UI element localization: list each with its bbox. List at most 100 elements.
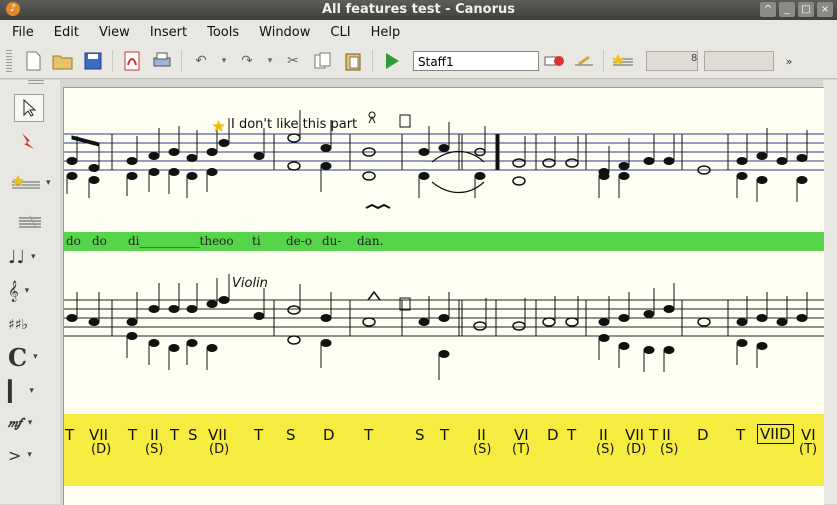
menu-file[interactable]: File: [4, 25, 42, 40]
function-mark[interactable]: D: [697, 426, 709, 444]
undo-icon[interactable]: ↶: [190, 50, 212, 72]
function-mark-boxed[interactable]: VIID: [757, 424, 794, 444]
articulation-tool[interactable]: > ▾: [8, 442, 52, 468]
barline-tool[interactable]: ▎ ▾: [8, 378, 52, 404]
function-mark[interactable]: D: [323, 426, 335, 444]
print-icon[interactable]: [151, 50, 173, 72]
time-signature-tool[interactable]: C ▾: [8, 343, 52, 372]
function-mark-sub: (T): [799, 442, 818, 457]
treble-clef-icon: 𝄞: [8, 280, 19, 302]
lyric-syllable[interactable]: do: [92, 234, 107, 248]
barline-icon: ▎: [8, 379, 24, 403]
window-minimize-button[interactable]: _: [779, 2, 795, 17]
note-length-tool[interactable]: ♩♩ ▾: [8, 244, 52, 270]
window-close-button[interactable]: ×: [817, 2, 833, 17]
window-title: All features test - Canorus: [321, 2, 516, 17]
menu-tools[interactable]: Tools: [199, 25, 247, 40]
menu-cli[interactable]: CLI: [322, 25, 358, 40]
staff-select[interactable]: Staff1: [413, 51, 539, 71]
menu-view[interactable]: View: [91, 25, 138, 40]
menu-edit[interactable]: Edit: [46, 25, 87, 40]
toolbar-overflow-icon[interactable]: »: [778, 50, 800, 72]
chevron-down-icon[interactable]: ▾: [31, 252, 36, 262]
mf-dynamic-icon: 𝆐𝆑: [8, 415, 22, 431]
voice-properties-tool[interactable]: [18, 210, 62, 236]
window-roll-up-button[interactable]: ^: [760, 2, 776, 17]
function-mark[interactable]: T: [364, 426, 373, 444]
copy-icon[interactable]: [312, 50, 334, 72]
chevron-down-icon[interactable]: ▾: [28, 418, 33, 428]
function-mark[interactable]: T: [170, 426, 179, 444]
time-signature-icon: 8: [691, 53, 698, 64]
play-icon[interactable]: [381, 50, 403, 72]
redo-menu-chevron-down-icon[interactable]: ▾: [266, 50, 274, 72]
function-mark-sub: (S): [473, 442, 492, 457]
window-maximize-button[interactable]: □: [798, 2, 814, 17]
violin-instrument-label[interactable]: Violin: [232, 276, 268, 291]
function-mark[interactable]: S: [188, 426, 198, 444]
function-mark[interactable]: T: [128, 426, 137, 444]
menu-help[interactable]: Help: [363, 25, 409, 40]
staff-1-notes: [66, 110, 808, 210]
function-mark-sub: (S): [145, 442, 164, 457]
function-mark-sub: (S): [596, 442, 615, 457]
chevron-down-icon[interactable]: ▾: [25, 286, 30, 296]
open-folder-icon[interactable]: [52, 50, 74, 72]
new-voice-tool[interactable]: ▾: [10, 170, 54, 196]
title-bar: ♪ All features test - Canorus ^ _ □ ×: [0, 0, 837, 20]
new-staff-icon[interactable]: [612, 50, 634, 72]
lyric-syllable[interactable]: de-o: [286, 234, 312, 248]
staff1-text-annotation[interactable]: I don't like this part: [231, 117, 357, 132]
score-view[interactable]: ★ I don't like this part Violin do do di…: [63, 87, 824, 505]
select-tool[interactable]: [14, 94, 44, 122]
chevron-down-icon[interactable]: ▾: [29, 386, 34, 396]
star-marker-icon: ★: [211, 117, 227, 137]
toolbar-separator: [603, 50, 604, 72]
chevron-down-icon[interactable]: ▾: [46, 178, 51, 188]
remove-context-icon[interactable]: [543, 50, 565, 72]
function-mark-sub: (D): [209, 442, 230, 457]
key-signature-tool[interactable]: ♯♯♭: [8, 312, 52, 338]
save-icon[interactable]: [82, 50, 104, 72]
function-mark[interactable]: T: [254, 426, 263, 444]
key-signature-input[interactable]: [704, 51, 774, 71]
redo-icon[interactable]: ↷: [236, 50, 258, 72]
lyric-syllable[interactable]: do: [66, 234, 81, 248]
function-mark[interactable]: T: [440, 426, 449, 444]
lyric-syllable[interactable]: di__________theoo: [128, 234, 234, 248]
context-properties-icon[interactable]: [573, 50, 595, 72]
function-mark-sub: (D): [91, 442, 112, 457]
cut-icon[interactable]: ✂: [282, 50, 304, 72]
time-signature-input[interactable]: 8: [646, 51, 698, 71]
function-mark[interactable]: D: [547, 426, 559, 444]
function-mark[interactable]: T: [65, 426, 74, 444]
lyric-syllable[interactable]: du-: [322, 234, 341, 248]
chevron-down-icon[interactable]: ▾: [33, 352, 38, 362]
function-mark[interactable]: S: [415, 426, 425, 444]
lyrics-line[interactable]: do do di__________theoo ti de-o du- dan.: [64, 232, 824, 251]
paste-icon[interactable]: [342, 50, 364, 72]
function-marks-line[interactable]: T VII (D) T II (S) T S VII (D) T S D T S…: [64, 414, 824, 486]
menu-insert[interactable]: Insert: [142, 25, 195, 40]
insert-tool[interactable]: [18, 128, 62, 154]
dynamics-tool[interactable]: 𝆐𝆑 ▾: [8, 410, 52, 436]
chevron-down-icon[interactable]: ▾: [27, 450, 32, 460]
function-mark[interactable]: S: [286, 426, 296, 444]
function-mark[interactable]: T: [649, 426, 658, 444]
vertical-scrollbar[interactable]: [823, 80, 837, 504]
new-document-icon[interactable]: [22, 50, 44, 72]
staff-icon: [19, 215, 41, 229]
function-mark[interactable]: T: [567, 426, 576, 444]
function-mark[interactable]: T: [736, 426, 745, 444]
tool-panel-grip[interactable]: [28, 80, 44, 86]
lyric-syllable[interactable]: ti: [252, 234, 261, 248]
lyric-syllable[interactable]: dan.: [357, 234, 383, 248]
window-controls: ^ _ □ ×: [760, 2, 833, 17]
clef-tool[interactable]: 𝄞 ▾: [8, 278, 52, 304]
staff-star-icon: [12, 175, 40, 189]
function-mark-sub: (S): [660, 442, 679, 457]
export-pdf-icon[interactable]: [121, 50, 143, 72]
undo-menu-chevron-down-icon[interactable]: ▾: [220, 50, 228, 72]
toolbar-grip[interactable]: [6, 50, 12, 72]
menu-window[interactable]: Window: [251, 25, 318, 40]
